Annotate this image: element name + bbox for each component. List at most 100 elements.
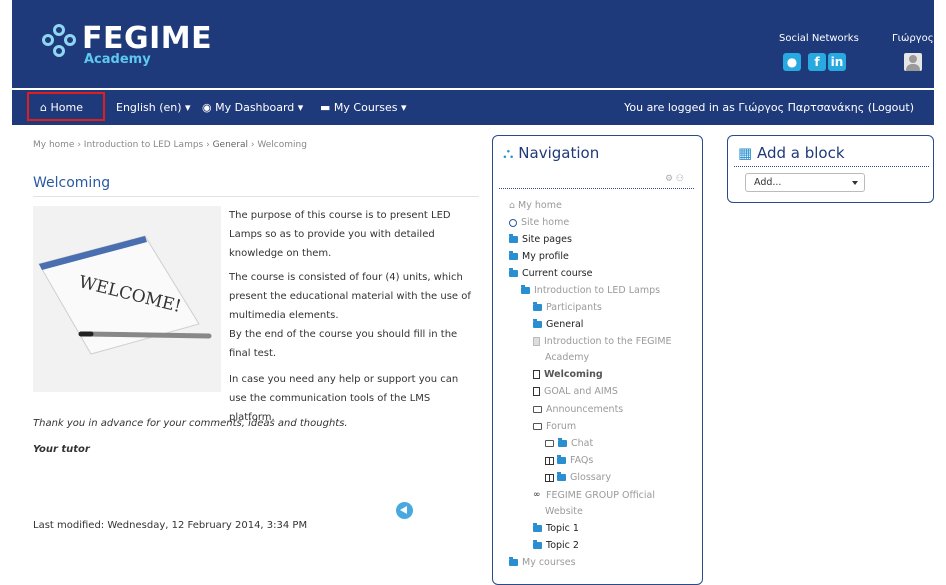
nav-tree-item-label: FAQs — [570, 455, 594, 466]
gear-icon[interactable]: ⚙ — [665, 174, 673, 184]
welcome-image: WELCOME! — [33, 206, 221, 392]
facebook-icon[interactable]: f — [808, 53, 826, 71]
main-navbar: ⌂ Home English (en) ▾ ◉ My Dashboard ▾ ▬… — [12, 90, 934, 125]
breadcrumb-section[interactable]: General — [213, 140, 248, 150]
nav-tree-item-label: My home — [518, 200, 562, 211]
nav-tree-item[interactable]: GOAL and AIMS — [533, 386, 618, 397]
nav-tree-item[interactable]: ⌂ My home — [509, 200, 562, 211]
forum-icon — [533, 406, 542, 413]
folder-icon — [557, 455, 566, 464]
nav-tree-item[interactable]: FAQs — [545, 455, 593, 466]
block-divider — [499, 188, 694, 189]
skype-icon[interactable]: ● — [783, 53, 801, 71]
link-icon: ∞ — [533, 490, 541, 500]
nav-tree-item-label: Website — [545, 506, 583, 517]
nav-tree-item[interactable]: Website — [545, 506, 583, 517]
folder-icon — [533, 302, 542, 311]
blocks-icon: ▦ — [738, 144, 753, 162]
breadcrumb-separator: › — [248, 140, 258, 150]
nav-tree-item-label: GOAL and AIMS — [544, 386, 618, 397]
site-header: FEGIME Academy Social Networks Γιώργος ●… — [12, 0, 934, 88]
logout-link[interactable]: Logout — [872, 101, 910, 114]
nav-tree-item-label: Introduction to LED Lamps — [534, 285, 661, 296]
user-name-label: Γιώργος — [892, 33, 934, 44]
navigation-block: ⛬ Navigation ⚙ ⚇ ⌂ My home Site home Site p… — [492, 135, 703, 585]
nav-language-menu[interactable]: English (en) ▾ — [116, 90, 191, 125]
nav-tree-item-label: Topic 2 — [546, 540, 579, 551]
nav-tree-item-label: FEGIME GROUP Official — [546, 490, 655, 501]
folder-icon — [533, 319, 542, 328]
thanks-text: Thank you in advance for your comments, … — [33, 418, 348, 429]
folder-icon — [557, 472, 566, 481]
nav-dashboard-menu[interactable]: ◉ My Dashboard ▾ — [202, 90, 303, 125]
assign-roles-icon[interactable]: ⚇ — [676, 174, 684, 184]
nav-tree-item[interactable]: Participants — [533, 302, 602, 313]
add-block-divider — [734, 166, 929, 167]
page-title: Welcoming — [33, 175, 111, 191]
logged-in-text: You are logged in as Γιώργος Παρτσανάκης… — [624, 101, 873, 114]
forum-icon — [545, 440, 554, 447]
breadcrumb-page: Welcoming — [257, 140, 307, 150]
nav-tree-item[interactable]: Site home — [509, 217, 569, 228]
nav-tree-item[interactable]: Welcoming — [533, 369, 603, 380]
nav-tree-item[interactable]: Glossary — [545, 472, 611, 483]
scroll-left-icon[interactable] — [396, 502, 413, 519]
add-block-select[interactable]: Add... — [745, 173, 865, 192]
breadcrumb: My home › Introduction to LED Lamps › Ge… — [33, 140, 307, 150]
social-networks-label: Social Networks — [779, 33, 859, 44]
folder-icon — [533, 540, 542, 549]
nav-tree-item[interactable]: My courses — [509, 557, 576, 568]
nav-tree-item-label: Topic 1 — [546, 523, 579, 534]
nav-tree-item-label: Participants — [546, 302, 602, 313]
nav-courses-label: My Courses ▾ — [333, 101, 407, 114]
navigation-block-title: ⛬ Navigation — [503, 144, 599, 162]
nav-tree-item[interactable]: Topic 2 — [533, 540, 579, 551]
block-actions[interactable]: ⚙ ⚇ — [665, 174, 684, 184]
nav-tree-item[interactable]: Topic 1 — [533, 523, 579, 534]
nav-tree-item-label: Academy — [545, 352, 590, 363]
nav-dashboard-label: My Dashboard ▾ — [215, 101, 304, 114]
nav-tree-item-label: Current course — [522, 268, 593, 279]
nav-courses-menu[interactable]: ▬ My Courses ▾ — [320, 90, 407, 125]
forum-icon — [533, 423, 542, 430]
logged-in-info: You are logged in as Γιώργος Παρτσανάκης… — [624, 90, 914, 125]
nav-tree-item-label: General — [546, 319, 584, 330]
navigation-title-label: Navigation — [518, 144, 600, 162]
nav-tree-item[interactable]: Introduction to LED Lamps — [521, 285, 660, 296]
nav-tree-item[interactable]: Forum — [533, 421, 576, 432]
nav-tree-item[interactable]: Announcements — [533, 404, 623, 415]
nav-tree-item[interactable]: Current course — [509, 268, 592, 279]
folder-icon — [509, 268, 518, 277]
fegime-logo-icon — [42, 24, 76, 58]
add-block-title-label: Add a block — [756, 144, 845, 162]
nav-tree-item[interactable]: Introduction to the FEGIME — [533, 336, 672, 347]
nav-tree-item-label: My profile — [522, 251, 569, 262]
linkedin-icon[interactable]: in — [828, 53, 846, 71]
page-icon — [533, 387, 540, 396]
add-block-select-value: Add... — [754, 177, 782, 188]
briefcase-icon: ▬ — [320, 101, 331, 114]
folder-icon — [509, 234, 518, 243]
user-avatar[interactable] — [904, 53, 922, 71]
signature-text: Your tutor — [33, 444, 90, 455]
breadcrumb-home[interactable]: My home — [33, 140, 74, 150]
nav-tree-item[interactable]: ∞ FEGIME GROUP Official — [533, 490, 655, 501]
nav-tree-item-label: Site pages — [522, 234, 572, 245]
home-highlight-box — [27, 92, 105, 121]
nav-tree-item-label: Chat — [571, 438, 594, 449]
breadcrumb-course[interactable]: Introduction to LED Lamps — [84, 140, 203, 150]
folder-icon — [533, 523, 542, 532]
nav-tree-item-label: My courses — [522, 557, 576, 568]
nav-tree-item[interactable]: Site pages — [509, 234, 572, 245]
nav-tree-item[interactable]: Chat — [545, 438, 593, 449]
nav-tree-item[interactable]: General — [533, 319, 583, 330]
book-icon — [545, 473, 554, 482]
circle-icon — [509, 218, 517, 227]
folder-icon — [509, 557, 518, 566]
nav-tree-item-label: Forum — [546, 421, 577, 432]
image-icon — [533, 337, 540, 346]
fegime-logo[interactable]: FEGIME Academy — [42, 24, 212, 67]
folder-icon — [509, 251, 518, 260]
nav-tree-item[interactable]: My profile — [509, 251, 569, 262]
nav-tree-item[interactable]: Academy — [545, 352, 589, 363]
